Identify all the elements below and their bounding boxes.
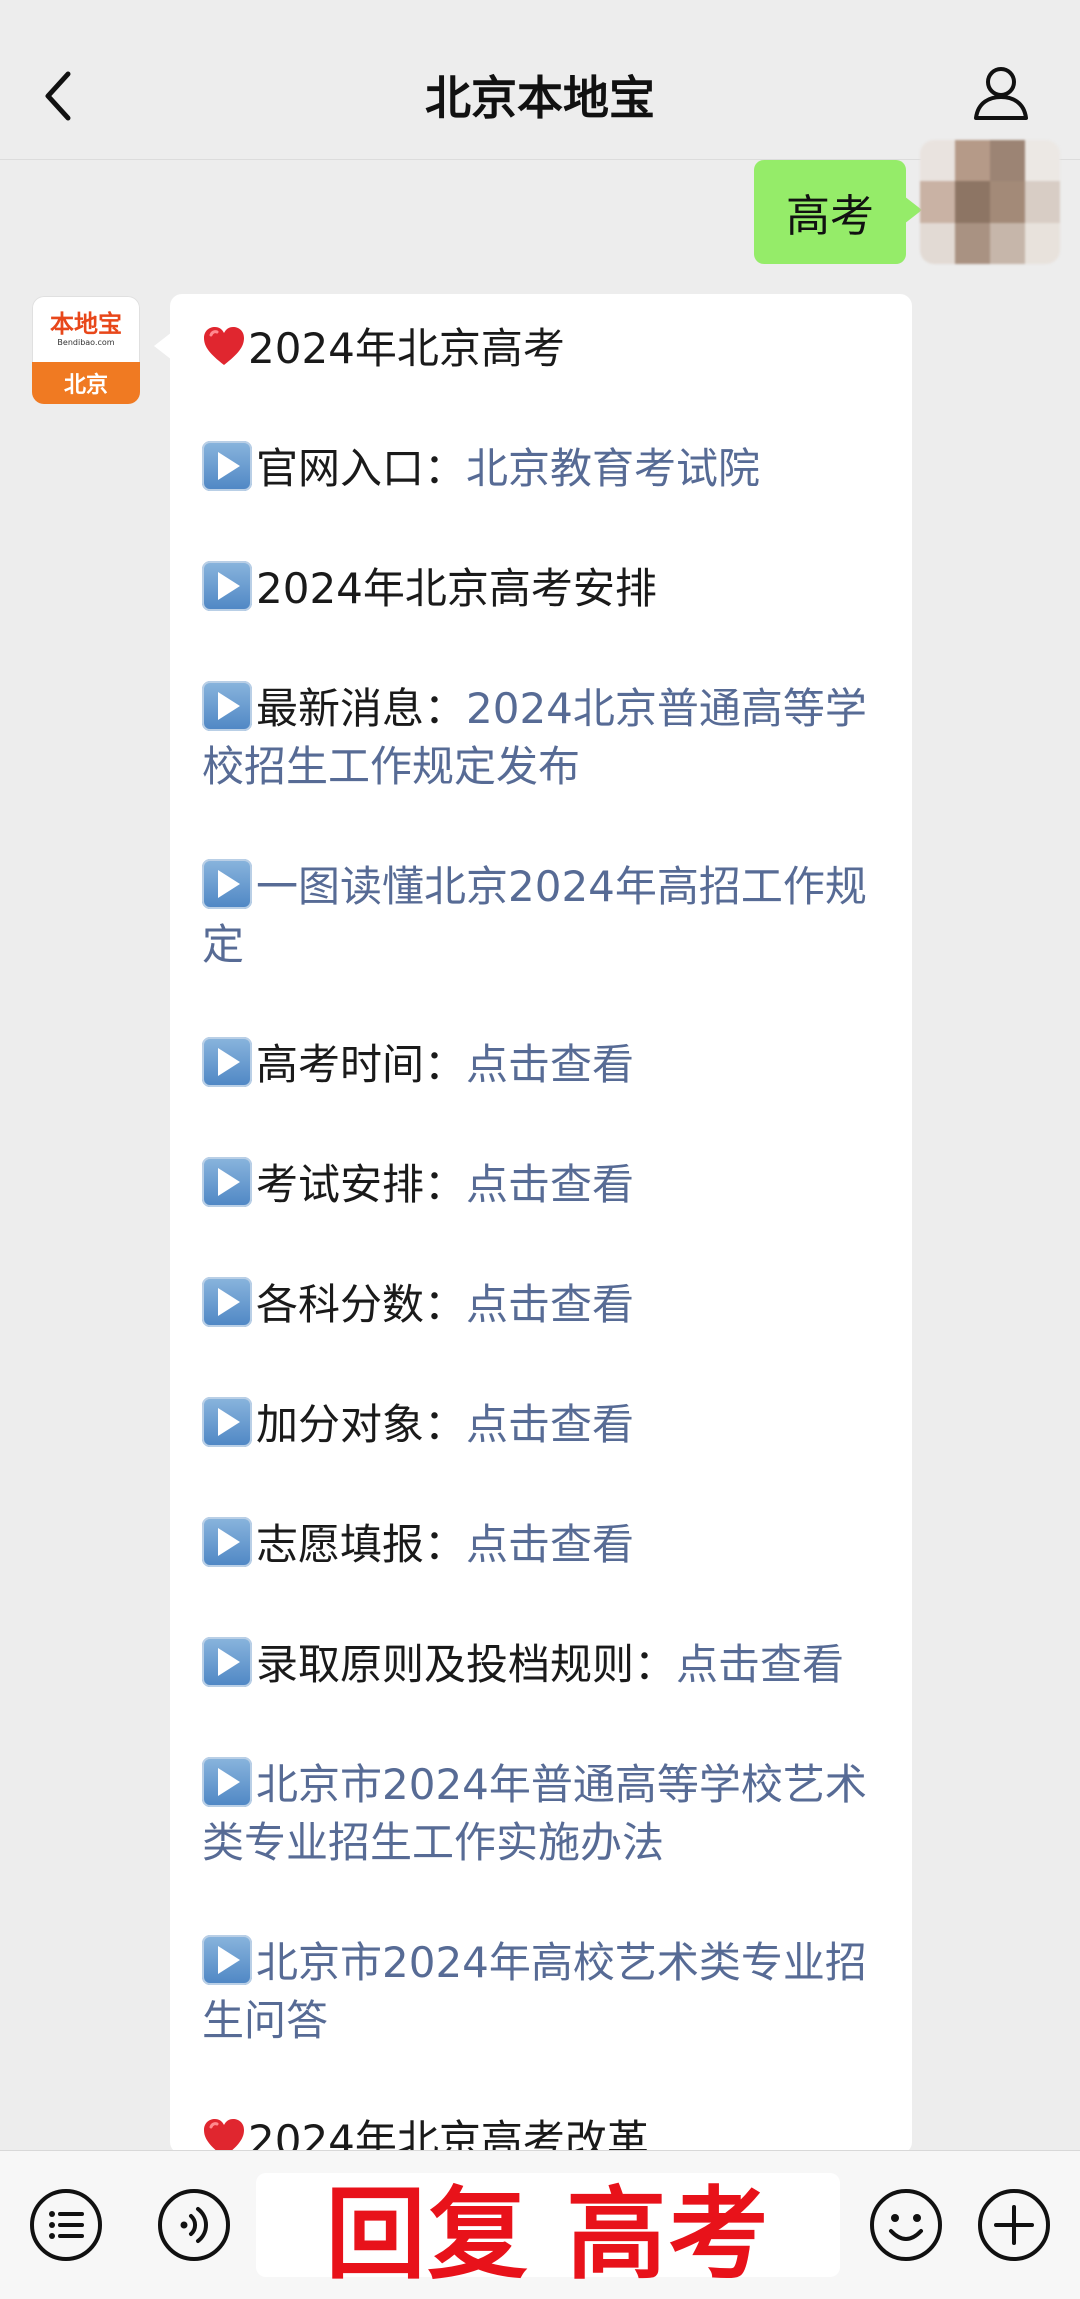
heart-icon (202, 2117, 246, 2154)
play-button-icon (202, 1757, 252, 1807)
play-button-icon (202, 859, 252, 909)
user-message-bubble[interactable]: 高考 (754, 160, 922, 264)
bot-logo-city: 北京 (32, 362, 140, 404)
heart-icon (202, 325, 246, 369)
message-line[interactable]: 各科分数：点击查看 (202, 1276, 884, 1334)
bot-logo-name: 本地宝 (50, 310, 122, 338)
message-line: 2024年北京高考安排 (202, 560, 884, 618)
line-label: 2024年北京高考安排 (256, 564, 657, 613)
emoji-button[interactable] (868, 2187, 944, 2263)
user-avatar[interactable] (920, 140, 1060, 264)
smile-icon (870, 2189, 942, 2261)
person-icon (974, 67, 1028, 120)
line-link[interactable]: 点击查看 (466, 1040, 634, 1089)
message-line[interactable]: 录取原则及投档规则：点击查看 (202, 1636, 884, 1694)
message-line[interactable]: 志愿填报：点击查看 (202, 1516, 884, 1574)
play-button-icon (202, 1157, 252, 1207)
message-line: 2024年北京高考改革 (202, 2112, 884, 2154)
line-label: 考试安排： (256, 1160, 467, 1209)
message-line[interactable]: 最新消息：2024北京普通高等学校招生工作规定发布 (202, 680, 884, 796)
line-link[interactable]: 北京市2024年普通高等学校艺术类专业招生工作实施办法 (202, 1760, 867, 1867)
line-label: 录取原则及投档规则： (256, 1640, 677, 1689)
line-label: 加分对象： (256, 1400, 467, 1449)
line-link[interactable]: 点击查看 (466, 1280, 634, 1329)
message-line[interactable]: 加分对象：点击查看 (202, 1396, 884, 1454)
user-message-text: 高考 (786, 191, 874, 242)
play-button-icon (202, 1277, 252, 1327)
message-line[interactable]: 官网入口：北京教育考试院 (202, 440, 884, 498)
message-line[interactable]: 北京市2024年高校艺术类专业招生问答 (202, 1934, 884, 2050)
line-link[interactable]: 一图读懂北京2024年高招工作规定 (202, 862, 867, 969)
line-label: 志愿填报： (256, 1520, 467, 1569)
message-input[interactable]: 回复 高考 (256, 2173, 840, 2293)
list-menu-icon (30, 2189, 102, 2261)
line-label: 2024年北京高考 (248, 324, 565, 373)
play-button-icon (202, 561, 252, 611)
message-line: 2024年北京高考 (202, 320, 884, 378)
bot-message-lines: 2024年北京高考 官网入口：北京教育考试院 2024年北京高考安排 最新消息：202… (202, 320, 884, 2154)
line-label: 2024年北京高考改革 (248, 2116, 649, 2154)
voice-button[interactable] (156, 2187, 232, 2263)
line-label: 官网入口： (256, 444, 467, 493)
message-line[interactable]: 北京市2024年普通高等学校艺术类专业招生工作实施办法 (202, 1756, 884, 1872)
bot-logo: 本地宝 Bendibao.com (32, 296, 140, 362)
play-button-icon (202, 681, 252, 731)
line-link[interactable]: 点击查看 (466, 1520, 634, 1569)
input-bar: 回复 高考 (0, 2150, 1080, 2299)
play-button-icon (202, 1637, 252, 1687)
message-line[interactable]: 高考时间：点击查看 (202, 1036, 884, 1094)
play-button-icon (202, 1037, 252, 1087)
bot-logo-url: Bendibao.com (57, 338, 115, 347)
chat-title: 北京本地宝 (425, 71, 655, 125)
line-link[interactable]: 北京市2024年高校艺术类专业招生问答 (202, 1938, 867, 2045)
line-link[interactable]: 北京教育考试院 (466, 444, 760, 493)
line-link[interactable]: 点击查看 (466, 1160, 634, 1209)
profile-button[interactable] (970, 62, 1032, 124)
plus-icon (978, 2189, 1050, 2261)
line-label: 高考时间： (256, 1040, 467, 1089)
message-line[interactable]: 一图读懂北京2024年高招工作规定 (202, 858, 884, 974)
play-button-icon (202, 1935, 252, 1985)
bot-message-bubble: 2024年北京高考 官网入口：北京教育考试院 2024年北京高考安排 最新消息：202… (170, 294, 912, 2154)
line-link[interactable]: 点击查看 (676, 1640, 844, 1689)
input-overlay-text: 回复 高考 (325, 2175, 771, 2293)
chat-header: 北京本地宝 (0, 0, 1080, 160)
play-button-icon (202, 441, 252, 491)
message-line[interactable]: 考试安排：点击查看 (202, 1156, 884, 1214)
menu-button[interactable] (28, 2187, 104, 2263)
line-link[interactable]: 点击查看 (466, 1400, 634, 1449)
line-label: 最新消息： (256, 684, 467, 733)
bot-avatar[interactable]: 本地宝 Bendibao.com 北京 (32, 296, 140, 404)
voice-icon (158, 2189, 230, 2261)
more-button[interactable] (976, 2187, 1052, 2263)
line-label: 各科分数： (256, 1280, 467, 1329)
play-button-icon (202, 1517, 252, 1567)
play-button-icon (202, 1397, 252, 1447)
